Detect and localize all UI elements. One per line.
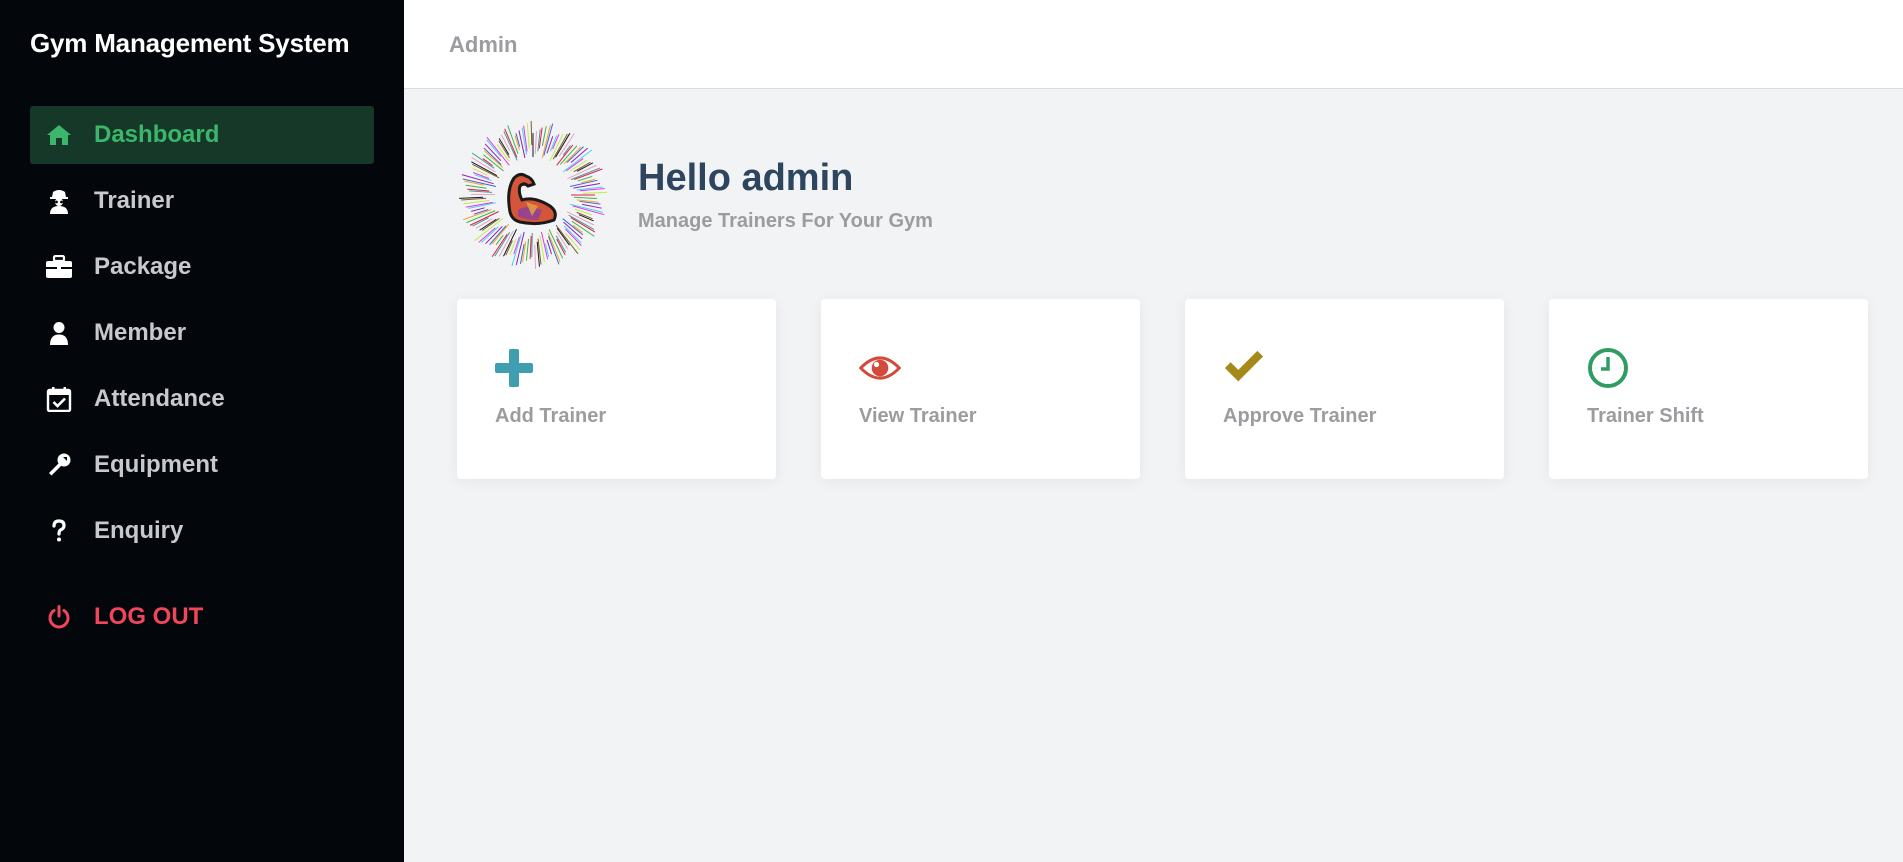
sidebar-item-equipment[interactable]: Equipment (30, 436, 374, 494)
sidebar-item-label: Dashboard (94, 121, 220, 148)
calendar-check-icon (44, 384, 74, 414)
sidebar-item-label: Package (94, 253, 192, 280)
card-label: Approve Trainer (1223, 405, 1377, 427)
logo-ray (526, 123, 530, 149)
sidebar-item-label: Attendance (94, 385, 225, 412)
logo-ray (465, 184, 487, 189)
sidebar-item-label: Member (94, 319, 187, 346)
add-trainer-card[interactable]: Add Trainer (457, 299, 776, 479)
breadcrumb[interactable]: Admin (449, 32, 517, 58)
wrench-icon (44, 450, 74, 480)
sidebar-item-label: Enquiry (94, 517, 184, 544)
sidebar-item-label: Trainer (94, 187, 175, 214)
logo-ray (576, 162, 594, 172)
app-title: Gym Management System (30, 28, 350, 58)
logo-ray (530, 121, 533, 146)
logo-ray (570, 167, 600, 181)
approve-trainer-card[interactable]: Approve Trainer (1185, 299, 1504, 479)
logo-ray (534, 244, 537, 269)
logo-ray (518, 130, 526, 158)
sidebar-item-label: Equipment (94, 451, 218, 478)
trainer-shift-card[interactable]: Trainer Shift (1549, 299, 1868, 479)
power-icon (44, 602, 74, 632)
logo-ray (569, 179, 598, 188)
logo-ray (529, 235, 532, 259)
user-icon (44, 318, 74, 348)
logo-ray (540, 231, 549, 260)
logo-ray (546, 136, 554, 154)
sidebar-item-dashboard[interactable]: Dashboard (30, 106, 374, 164)
spy-icon (44, 186, 74, 216)
logo-ray (459, 196, 484, 199)
clock-icon (1587, 347, 1629, 389)
logo-ray (474, 174, 492, 182)
home-icon (44, 120, 74, 150)
logo-ray (582, 191, 607, 194)
action-cards: Add Trainer View Trainer Approve Trainer… (457, 299, 1868, 479)
logo-ray (574, 208, 592, 216)
logout-button[interactable]: LOG OUT (30, 588, 374, 646)
sidebar-item-trainer[interactable]: Trainer (30, 172, 374, 230)
page-subtitle: Manage Trainers For Your Gym (638, 210, 933, 232)
logo-ray (547, 232, 561, 262)
logo-ray (482, 158, 493, 167)
card-label: Trainer Shift (1587, 405, 1704, 427)
logout-label: LOG OUT (94, 603, 204, 630)
eye-icon (859, 347, 901, 389)
logo-ray (525, 238, 530, 261)
sidebar-item-package[interactable]: Package (30, 238, 374, 296)
top-bar: Admin (404, 0, 1903, 89)
briefcase-icon (44, 252, 74, 282)
check-icon (1223, 347, 1265, 389)
card-label: Add Trainer (495, 405, 607, 427)
sidebar-nav: Dashboard Trainer Package Member Attenda… (30, 106, 374, 654)
logo-ray (534, 131, 538, 155)
page-title: Hello admin (638, 157, 854, 199)
sidebar-item-member[interactable]: Member (30, 304, 374, 362)
view-trainer-card[interactable]: View Trainer (821, 299, 1140, 479)
flexed-arm-logo (459, 121, 607, 269)
plus-icon (495, 347, 537, 389)
card-label: View Trainer (859, 405, 977, 427)
sidebar-item-attendance[interactable]: Attendance (30, 370, 374, 428)
sidebar: Gym Management System Dashboard Trainer … (0, 0, 404, 862)
logo-ray (556, 238, 566, 256)
sidebar-item-enquiry[interactable]: Enquiry (30, 502, 374, 560)
logo-ray (573, 196, 597, 200)
question-icon (44, 516, 74, 546)
welcome-section: Hello admin Manage Trainers For Your Gym (458, 120, 933, 270)
